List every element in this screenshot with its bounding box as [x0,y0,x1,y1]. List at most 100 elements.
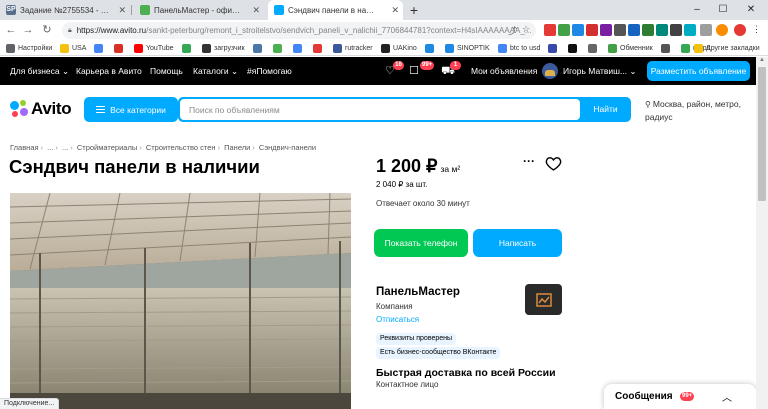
nav-catalogs-label: Каталоги [193,66,229,76]
bookmark-item[interactable]: загрузчик [202,43,245,54]
b-icon [568,44,577,53]
bookmark-item[interactable] [661,43,673,54]
chevron-down-icon: ⌄ [231,66,239,76]
bookmark-item[interactable] [313,43,325,54]
close-window-button[interactable]: ✕ [740,0,762,20]
v-icon [661,44,670,53]
nav-my-ads-link[interactable]: Мои объявления [471,57,537,85]
extension-teal-icon[interactable] [656,24,668,36]
scroll-up-icon[interactable]: ▲ [759,57,765,63]
seller-logo[interactable] [525,284,562,315]
breadcrumb-item[interactable]: Главная [10,143,39,152]
breadcrumb-item[interactable]: Сэндвич-панели [259,143,316,152]
user-menu[interactable]: Игорь Матвиш... ⌄ [563,57,637,85]
bookmark-item[interactable]: YouTube [134,43,174,54]
minimize-button[interactable]: – [686,0,708,20]
back-arrow-icon[interactable]: ← [4,23,18,37]
bookmark-label: Обменник [620,45,653,52]
post-ad-button[interactable]: Разместить объявление [647,61,750,81]
bookmark-item[interactable] [425,43,437,54]
nav-career-link[interactable]: Карьера в Авито [76,57,142,85]
show-phone-button[interactable]: Показать телефон [374,229,468,257]
bookmark-item[interactable]: SINOPTIK [445,43,490,54]
extension-cyan-icon[interactable] [684,24,696,36]
bookmark-item[interactable]: btc to usd [498,43,540,54]
page-scrollbar[interactable]: ▲ [756,57,768,409]
reload-icon[interactable]: ↻ [40,23,54,37]
breadcrumb-item[interactable]: ... [62,143,68,152]
bookmark-item[interactable]: USA [60,43,86,54]
unsubscribe-link[interactable]: Отписаться [376,315,419,324]
flag-ru-icon[interactable] [586,24,598,36]
write-message-button[interactable]: Написать [473,229,562,257]
rutracker-icon [333,44,342,53]
seller-name[interactable]: ПанельМастер [376,286,460,298]
extension-purple-icon[interactable] [600,24,612,36]
bookmark-item[interactable] [182,43,194,54]
bookmark-item[interactable] [568,43,580,54]
menu-kebab-icon[interactable]: ⋮ [752,24,761,35]
new-tab-button[interactable]: + [406,2,422,18]
vk-community-tag: Есть бизнес-сообщество ВКонтакте [376,347,501,359]
bookmark-item[interactable] [588,43,600,54]
forward-arrow-icon[interactable]: → [21,23,35,37]
share-icon[interactable]: ⤴ [508,24,517,37]
scrollbar-thumb[interactable] [758,67,766,201]
bookmark-item[interactable] [548,43,560,54]
tab-panelmaster[interactable]: ПанельМастер - официальная ст ✕ [134,0,264,20]
nav-ihelp-link[interactable]: #яПомогаю [247,57,292,85]
bookmark-item[interactable] [253,43,265,54]
price: 1 200 ₽ за м² [376,156,460,177]
search-input[interactable] [180,99,580,120]
maximize-button[interactable]: ☐ [712,0,734,20]
user-avatar[interactable] [542,63,558,79]
bookmark-item[interactable] [273,43,285,54]
all-categories-button[interactable]: Все категории [84,97,178,122]
listing-photo[interactable] [10,193,351,409]
bookmark-item[interactable]: rutracker [333,43,373,54]
bookmark-label: Другие закладки [706,45,760,52]
messages-panel[interactable]: Сообщения 99+ ︿ [604,384,756,409]
location-text: Москва, район, метро, радиус [645,99,741,122]
tab-task[interactable]: SP Задание №2755534 - просмотр з ✕ [0,0,130,20]
puzzle-icon[interactable] [700,24,712,36]
breadcrumb-item[interactable]: ... [47,143,53,152]
breadcrumb-item[interactable]: Панели [224,143,250,152]
breadcrumb-item[interactable]: Строительство стен [146,143,216,152]
tab-close-icon[interactable]: ✕ [252,5,260,15]
tab-close-icon[interactable]: ✕ [118,5,126,15]
bookmark-item[interactable]: Обменник [608,43,653,54]
avito-logo[interactable]: Avito [10,99,72,118]
tab-avito-active[interactable]: Сэндвич панели в наличии купи ✕ [268,0,403,20]
extension-counter-icon[interactable] [628,24,640,36]
bookmark-item[interactable]: UAKino [381,43,417,54]
breadcrumb-item[interactable]: Стройматериалы [77,143,137,152]
sp-favicon-icon: SP [6,5,16,15]
bookmark-item[interactable] [293,43,305,54]
address-bar[interactable]: 🔒︎ https://www.avito.ru/sankt-peterburg/… [62,22,536,39]
seller-logo-icon [535,292,552,307]
extension-blue-icon[interactable] [572,24,584,36]
update-icon[interactable] [734,24,746,36]
profile-avatar-icon[interactable] [716,24,728,36]
nav-catalogs-link[interactable]: Каталоги ⌄ [193,57,238,85]
extension-green-icon[interactable] [558,24,570,36]
bookmark-item[interactable] [94,43,106,54]
chevron-up-icon[interactable]: ︿ [722,389,732,404]
bookmark-item[interactable]: Другие закладки [694,43,760,54]
extension-red-icon[interactable] [544,24,556,36]
search-button[interactable]: Найти [580,97,631,122]
extension-a-icon[interactable] [642,24,654,36]
favorite-heart-icon[interactable] [545,155,562,172]
location-selector[interactable]: ⚲ Москва, район, метро, радиус [645,98,755,123]
bookmark-item[interactable] [114,43,126,54]
nav-business-link[interactable]: Для бизнеса ⌄ [10,57,69,85]
bookmark-item[interactable]: Настройки [6,43,52,54]
star-icon[interactable]: ☆ [522,24,530,35]
extension-grey-icon[interactable] [614,24,626,36]
nav-help-link[interactable]: Помощь [150,57,183,85]
chat-icon[interactable]: ☐ [407,64,421,78]
more-options-icon[interactable]: ··· [521,155,537,170]
extension-dark-icon[interactable] [670,24,682,36]
tab-close-icon[interactable]: ✕ [391,5,399,15]
